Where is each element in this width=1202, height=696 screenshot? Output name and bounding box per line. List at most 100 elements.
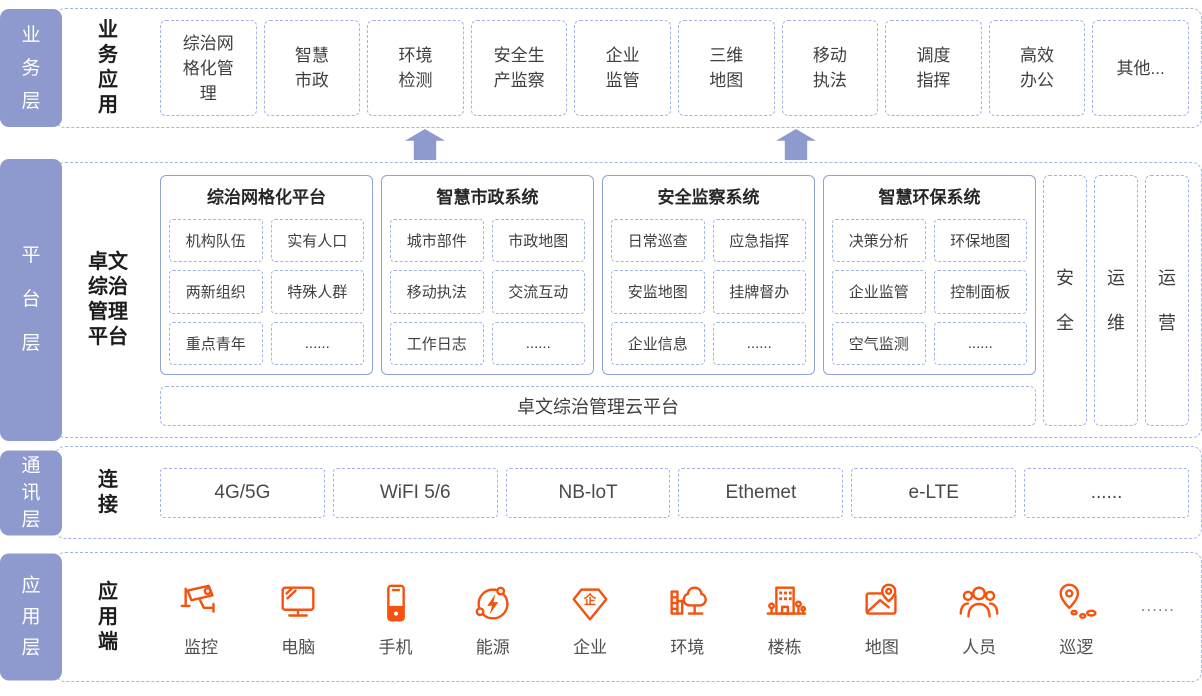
building-icon xyxy=(762,581,808,627)
endpoint-phone: 手机 xyxy=(363,581,429,658)
business-layer-tab: 业 务 层 xyxy=(0,9,62,127)
panel-smart-city: 智慧市政系统 城市部件 市政地图 移动执法 交流互动 工作日志 ...... xyxy=(381,175,594,375)
panel-item: 城市部件 xyxy=(390,219,484,262)
panel-title: 智慧市政系统 xyxy=(390,182,585,214)
application-layer-label: 应 用 端 xyxy=(56,553,160,681)
business-boxes: 综治网 格化管 理 智慧 市政 环境 检测 安全生 产监察 企业 监管 三维 地… xyxy=(160,9,1201,127)
panel-item: 挂牌督办 xyxy=(713,270,807,313)
endpoint-label: 电脑 xyxy=(281,633,315,658)
panel-item: 控制面板 xyxy=(934,270,1028,313)
business-box: 环境 检测 xyxy=(367,20,464,116)
platform-content: 综治网格化平台 机构队伍 实有人口 两新组织 特殊人群 重点青年 ...... … xyxy=(160,163,1201,437)
panel-title: 智慧环保系统 xyxy=(832,182,1027,214)
endpoint-label: 监控 xyxy=(184,633,218,658)
panel-item: 机构队伍 xyxy=(169,219,263,262)
pillar-operations: 运 营 xyxy=(1145,175,1189,426)
communication-layer-panel: 连 接 4G/5G WiFI 5/6 NB-loT Ethemet e-LTE … xyxy=(55,446,1202,539)
endpoint-label: 楼栋 xyxy=(768,633,802,658)
patrol-icon xyxy=(1053,581,1099,627)
panel-item: 空气监测 xyxy=(832,322,926,365)
comm-box: ...... xyxy=(1024,468,1189,518)
endpoint-label: 环境 xyxy=(670,633,704,658)
panel-item: 日常巡查 xyxy=(611,219,705,262)
endpoint-label: 人员 xyxy=(962,633,996,658)
business-layer-label: 业 务 应 用 xyxy=(56,9,160,127)
panel-item: ...... xyxy=(271,322,365,365)
communication-layer: 通 讯 层 连 接 4G/5G WiFI 5/6 NB-loT Ethemet … xyxy=(0,446,1202,539)
endpoint-enterprise: 企 企业 xyxy=(557,581,623,658)
platform-layer-panel: 卓文 综治 管理 平台 综治网格化平台 机构队伍 实有人口 两新组织 特殊人群 … xyxy=(55,162,1202,438)
platform-layer-label: 卓文 综治 管理 平台 xyxy=(56,163,160,437)
panel-item: 工作日志 xyxy=(390,322,484,365)
panel-item: 交流互动 xyxy=(492,270,586,313)
panel-item: 两新组织 xyxy=(169,270,263,313)
panel-item: ...... xyxy=(492,322,586,365)
panel-title: 安全监察系统 xyxy=(611,182,806,214)
panel-item: 重点青年 xyxy=(169,322,263,365)
smartphone-icon xyxy=(373,581,419,627)
up-arrow-icon xyxy=(405,129,445,160)
endpoint-buildings: 楼栋 xyxy=(752,581,818,658)
panel-item: 实有人口 xyxy=(271,219,365,262)
panel-item: ...... xyxy=(713,322,807,365)
endpoint-label: 手机 xyxy=(379,633,413,658)
business-box: 企业 监管 xyxy=(574,20,671,116)
panel-item: 环保地图 xyxy=(934,219,1028,262)
application-layer-panel: 应 用 端 监控 电脑 xyxy=(55,552,1202,682)
business-box: 其他... xyxy=(1092,20,1189,116)
endpoint-cctv: 监控 xyxy=(168,581,234,658)
communication-boxes: 4G/5G WiFI 5/6 NB-loT Ethemet e-LTE ....… xyxy=(160,447,1201,538)
business-box: 高效 办公 xyxy=(989,20,1086,116)
endpoint-label: 地图 xyxy=(865,633,899,658)
endpoint-label: 企业 xyxy=(573,633,607,658)
business-box: 安全生 产监察 xyxy=(471,20,568,116)
business-box: 调度 指挥 xyxy=(885,20,982,116)
panel-item: 安监地图 xyxy=(611,270,705,313)
endpoint-map: 地图 xyxy=(849,581,915,658)
panel-grid-platform: 综治网格化平台 机构队伍 实有人口 两新组织 特殊人群 重点青年 ...... xyxy=(160,175,373,375)
application-endpoints: 监控 电脑 手机 xyxy=(160,553,1201,681)
endpoint-people: 人员 xyxy=(946,581,1012,658)
comm-box: e-LTE xyxy=(851,468,1016,518)
endpoint-patrol: 巡逻 xyxy=(1043,581,1109,658)
application-layer-tab: 应 用 层 xyxy=(0,554,62,681)
panel-items: 机构队伍 实有人口 两新组织 特殊人群 重点青年 ...... xyxy=(169,219,364,365)
panel-safety-supervision: 安全监察系统 日常巡查 应急指挥 安监地图 挂牌督办 企业信息 ...... xyxy=(602,175,815,375)
energy-icon xyxy=(470,581,516,627)
people-icon xyxy=(956,581,1002,627)
endpoint-environment: 环境 xyxy=(654,581,720,658)
comm-box: 4G/5G xyxy=(160,468,325,518)
panel-title: 综治网格化平台 xyxy=(169,182,364,214)
panel-items: 决策分析 环保地图 企业监管 控制面板 空气监测 ...... xyxy=(832,219,1027,365)
panel-item: 特殊人群 xyxy=(271,270,365,313)
pillar-operations-maintenance: 运 维 xyxy=(1094,175,1138,426)
endpoint-computer: 电脑 xyxy=(265,581,331,658)
environment-icon xyxy=(664,581,710,627)
platform-systems-area: 综治网格化平台 机构队伍 实有人口 两新组织 特殊人群 重点青年 ...... … xyxy=(160,175,1036,426)
monitor-icon xyxy=(275,581,321,627)
platform-panels-row: 综治网格化平台 机构队伍 实有人口 两新组织 特殊人群 重点青年 ...... … xyxy=(160,175,1036,375)
up-arrow-icon xyxy=(776,129,816,160)
business-layer-panel: 业 务 应 用 综治网 格化管 理 智慧 市政 环境 检测 安全生 产监察 企业… xyxy=(55,8,1202,128)
endpoint-energy: 能源 xyxy=(460,581,526,658)
panel-item: 决策分析 xyxy=(832,219,926,262)
platform-layer-tab: 平 台 层 xyxy=(0,159,62,441)
business-box: 综治网 格化管 理 xyxy=(160,20,257,116)
panel-items: 日常巡查 应急指挥 安监地图 挂牌督办 企业信息 ...... xyxy=(611,219,806,365)
pillar-security: 安 全 xyxy=(1043,175,1087,426)
panel-item: 移动执法 xyxy=(390,270,484,313)
cctv-icon xyxy=(178,581,224,627)
business-box: 移动 执法 xyxy=(782,20,879,116)
communication-layer-tab: 通 讯 层 xyxy=(0,450,62,535)
cloud-platform-bar: 卓文综治管理云平台 xyxy=(160,386,1036,426)
communication-layer-label: 连 接 xyxy=(56,447,160,538)
comm-box: WiFI 5/6 xyxy=(333,468,498,518)
comm-box: NB-loT xyxy=(506,468,671,518)
panel-item: 企业监管 xyxy=(832,270,926,313)
comm-box: Ethemet xyxy=(678,468,843,518)
panel-smart-environment: 智慧环保系统 决策分析 环保地图 企业监管 控制面板 空气监测 ...... xyxy=(823,175,1036,375)
endpoint-label: 巡逻 xyxy=(1059,633,1093,658)
application-layer: 应 用 层 应 用 端 监控 电脑 xyxy=(0,552,1202,682)
panel-item: 市政地图 xyxy=(492,219,586,262)
panel-item: 应急指挥 xyxy=(713,219,807,262)
